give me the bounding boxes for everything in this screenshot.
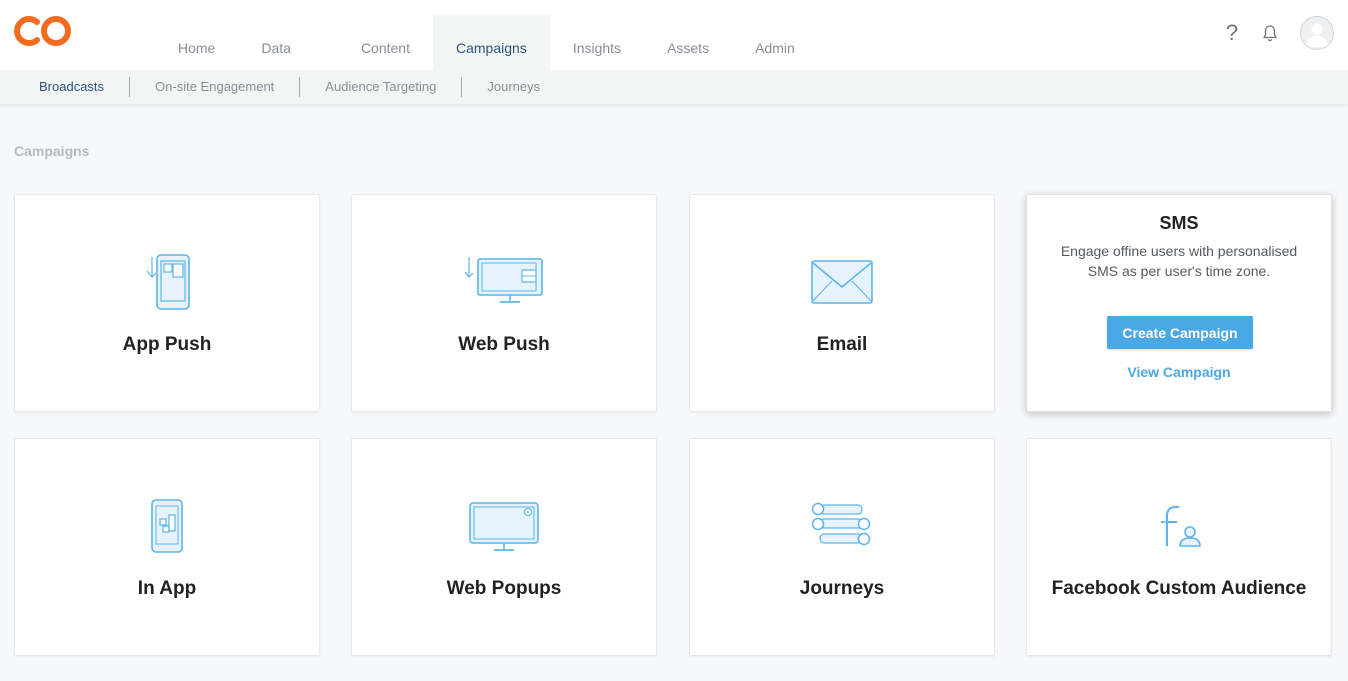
card-in-app[interactable]: In App: [14, 438, 320, 656]
nav-campaigns[interactable]: Campaigns: [432, 15, 550, 70]
card-label: Facebook Custom Audience: [1051, 578, 1307, 599]
top-bar: Home Data Content Campaigns Insights Ass…: [0, 0, 1348, 70]
nav-admin[interactable]: Admin: [732, 15, 818, 70]
main-nav: Home Data Content Campaigns Insights Ass…: [155, 15, 818, 70]
in-app-icon: [15, 497, 319, 555]
card-journeys[interactable]: Journeys: [689, 438, 995, 656]
sms-description: Engage offine users with personalised SM…: [1060, 243, 1298, 279]
card-sms[interactable]: SMS Engage offine users with personalise…: [1026, 194, 1332, 412]
top-icons: ?: [1222, 16, 1334, 50]
card-email[interactable]: Email: [689, 194, 995, 412]
email-icon: [690, 253, 994, 311]
sms-title: SMS: [1159, 213, 1199, 233]
card-label: Journeys: [799, 578, 885, 599]
web-push-icon: [352, 253, 656, 311]
nav-content[interactable]: Content: [314, 15, 433, 70]
help-icon[interactable]: ?: [1222, 17, 1242, 49]
card-label: App Push: [122, 334, 212, 355]
subnav-on-site-engagement[interactable]: On-site Engagement: [130, 77, 301, 97]
card-label: Web Push: [458, 334, 550, 355]
subnav-audience-targeting[interactable]: Audience Targeting: [300, 77, 463, 97]
card-app-push[interactable]: App Push: [14, 194, 320, 412]
app-push-icon: [15, 253, 319, 311]
card-label: In App: [137, 578, 197, 599]
facebook-audience-icon: [1027, 497, 1331, 555]
subnav-broadcasts[interactable]: Broadcasts: [14, 77, 131, 97]
journeys-icon: [690, 497, 994, 555]
brand-logo-icon[interactable]: [13, 13, 75, 49]
subnav-journeys[interactable]: Journeys: [462, 77, 565, 97]
nav-insights[interactable]: Insights: [550, 15, 644, 70]
view-campaign-link[interactable]: View Campaign: [1027, 364, 1331, 380]
card-web-popups[interactable]: Web Popups: [351, 438, 657, 656]
nav-home[interactable]: Home: [155, 15, 238, 70]
sub-nav: Broadcasts On-site Engagement Audience T…: [0, 70, 1348, 104]
user-avatar-icon: [1305, 23, 1329, 48]
section-title: Campaigns: [14, 143, 90, 159]
card-web-push[interactable]: Web Push: [351, 194, 657, 412]
card-label: Email: [816, 334, 868, 355]
nav-assets[interactable]: Assets: [644, 15, 732, 70]
bell-icon[interactable]: [1260, 17, 1280, 49]
nav-data[interactable]: Data: [238, 15, 314, 70]
create-campaign-button[interactable]: Create Campaign: [1107, 316, 1253, 349]
avatar[interactable]: [1300, 16, 1334, 50]
card-facebook-custom-audience[interactable]: Facebook Custom Audience: [1026, 438, 1332, 656]
web-popups-icon: [352, 497, 656, 555]
card-label: Web Popups: [446, 578, 562, 599]
